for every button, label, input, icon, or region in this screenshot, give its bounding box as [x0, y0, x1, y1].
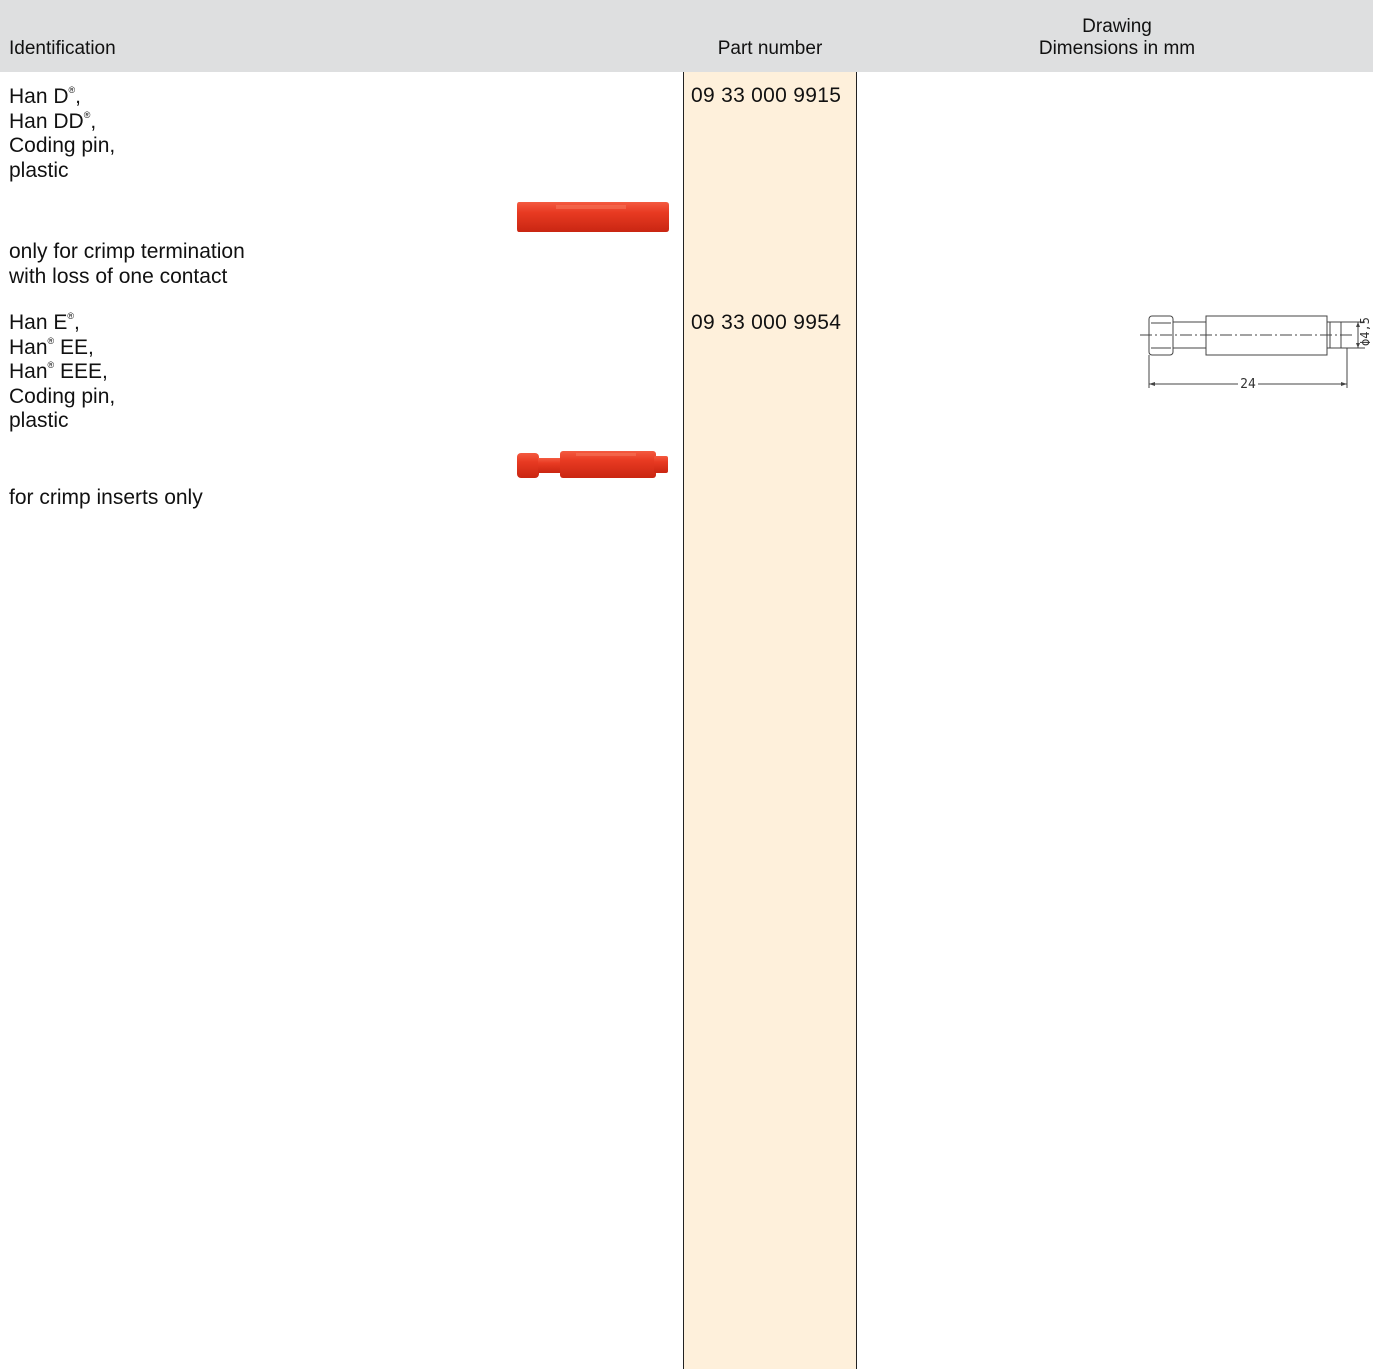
ident-line: plastic — [9, 409, 69, 432]
note-line: with loss of one contact — [9, 264, 228, 288]
ident-line: Han DD®, — [9, 109, 97, 133]
header-drawing: Drawing Dimensions in mm — [1000, 16, 1234, 60]
note-line: for crimp inserts only — [9, 486, 203, 509]
row2-part-number: 09 33 000 9954 — [691, 311, 842, 334]
note-line: only for crimp termination — [9, 240, 245, 263]
red-stepped-coding-pin-image — [517, 451, 668, 478]
header-drawing-line2: Dimensions in mm — [1038, 38, 1196, 59]
ident-line: plastic — [9, 158, 69, 182]
header-part-number: Part number — [717, 38, 823, 59]
drawing-length-label: 24 — [1240, 377, 1256, 392]
ident-line: Coding pin, — [9, 134, 116, 157]
ident-line: Han D®, — [9, 85, 82, 108]
drawing-diameter-label: ϕ4,5 — [1358, 317, 1370, 346]
part-number-column — [683, 72, 857, 1369]
ident-line: Han® EEE, — [9, 360, 108, 383]
ident-line: Han E®, — [9, 311, 80, 334]
ident-line: Han® EE, — [9, 335, 94, 359]
row2-note: for crimp inserts only — [9, 486, 203, 511]
red-coding-pin-image — [517, 202, 669, 232]
row2-identification: Han E®, Han® EE, Han® EEE, Coding pin, p… — [9, 311, 115, 434]
header-identification: Identification — [9, 38, 116, 59]
coding-pin-technical-drawing: 24 ϕ4,5 — [1140, 315, 1370, 392]
row1-part-number: 09 33 000 9915 — [691, 84, 842, 107]
ident-line: Coding pin, — [9, 384, 116, 408]
row1-note: only for crimp termination with loss of … — [9, 240, 245, 289]
header-drawing-line1: Drawing — [1082, 16, 1152, 37]
row1-identification: Han D®, Han DD®, Coding pin, plastic — [9, 85, 115, 183]
table-header: Identification Part number Drawing Dimen… — [0, 0, 1373, 72]
